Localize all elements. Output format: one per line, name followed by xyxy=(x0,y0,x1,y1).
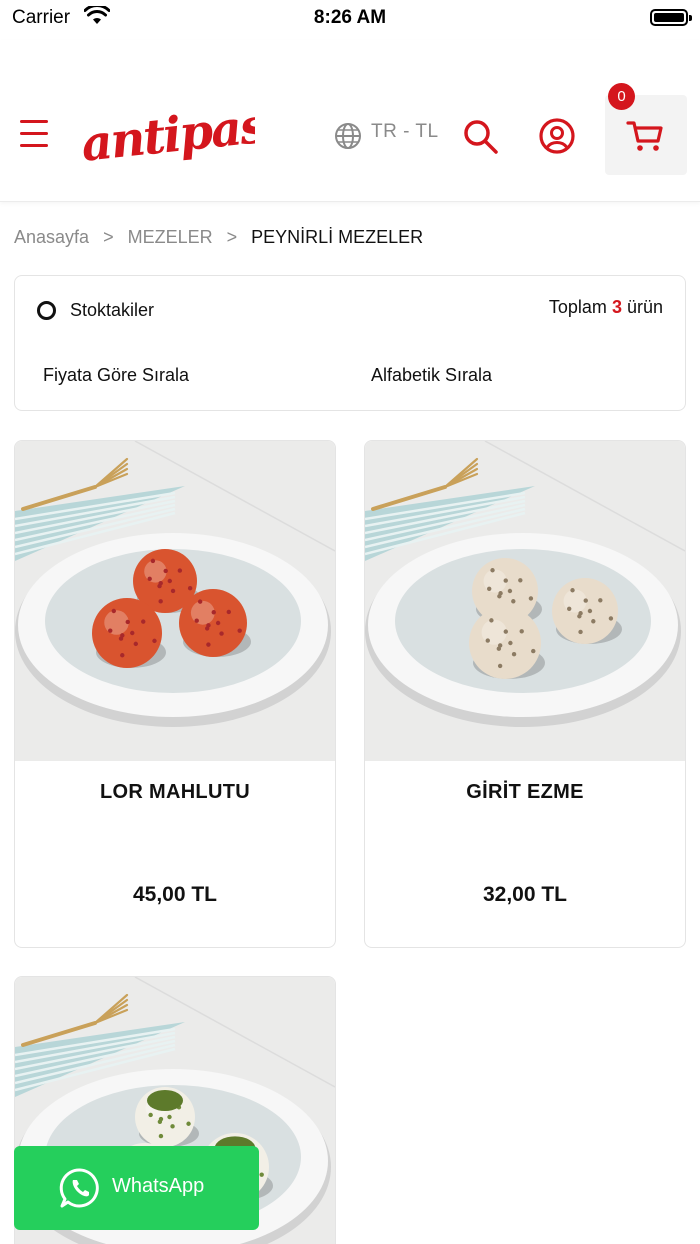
breadcrumb-separator: > xyxy=(226,227,238,247)
product-price: 32,00 TL xyxy=(482,883,568,906)
product-image[interactable] xyxy=(365,441,685,761)
status-bar: Carrier 8:26 AM xyxy=(0,0,700,40)
header: antipasto TR - TL 0 xyxy=(0,40,700,202)
menu-icon[interactable] xyxy=(18,118,50,150)
product-name[interactable]: GİRİT EZME xyxy=(365,781,685,804)
user-icon[interactable] xyxy=(538,117,576,155)
in-stock-toggle[interactable]: Stoktakiler xyxy=(37,298,154,322)
sort-alphabetical-button[interactable]: Alfabetik Sırala xyxy=(371,365,492,386)
clock: 8:26 AM xyxy=(313,7,387,28)
breadcrumb-current: PEYNİRLİ MEZELER xyxy=(251,227,424,247)
logo-text: antipasto xyxy=(80,92,255,172)
breadcrumb: Anasayfa > MEZELER > PEYNİRLİ MEZELER xyxy=(14,227,423,248)
breadcrumb-category[interactable]: MEZELER xyxy=(128,227,213,247)
radio-icon[interactable] xyxy=(37,300,56,320)
product-card[interactable]: GİRİT EZME 32,00 TL xyxy=(364,440,686,948)
logo[interactable]: antipasto xyxy=(80,84,255,184)
whatsapp-label: WhatsApp xyxy=(112,1175,205,1197)
language-selector[interactable]: TR - TL xyxy=(371,121,439,143)
search-icon[interactable] xyxy=(461,117,499,155)
in-stock-label: Stoktakiler xyxy=(70,299,155,320)
filter-panel: Stoktakiler Toplam 3 ürün Fiyata Göre Sı… xyxy=(14,275,686,411)
whatsapp-icon xyxy=(59,1168,99,1208)
globe-icon[interactable] xyxy=(333,121,363,151)
total-suffix: ürün xyxy=(626,297,663,317)
product-card[interactable]: LOR MAHLUTU 45,00 TL xyxy=(14,440,336,948)
battery-icon xyxy=(650,9,692,26)
total-count: 3 xyxy=(611,297,622,317)
cart-count-badge: 0 xyxy=(608,83,635,110)
product-price: 45,00 TL xyxy=(132,883,218,906)
breadcrumb-home[interactable]: Anasayfa xyxy=(14,227,89,247)
sort-by-price-button[interactable]: Fiyata Göre Sırala xyxy=(43,365,189,386)
whatsapp-button[interactable]: WhatsApp xyxy=(14,1146,259,1230)
product-name[interactable]: LOR MAHLUTU xyxy=(15,781,335,804)
product-image[interactable] xyxy=(15,441,335,761)
breadcrumb-separator: > xyxy=(103,227,114,247)
total-prefix: Toplam xyxy=(548,297,607,317)
product-total: Toplam 3 ürün xyxy=(549,297,663,318)
cart-icon xyxy=(626,121,663,151)
